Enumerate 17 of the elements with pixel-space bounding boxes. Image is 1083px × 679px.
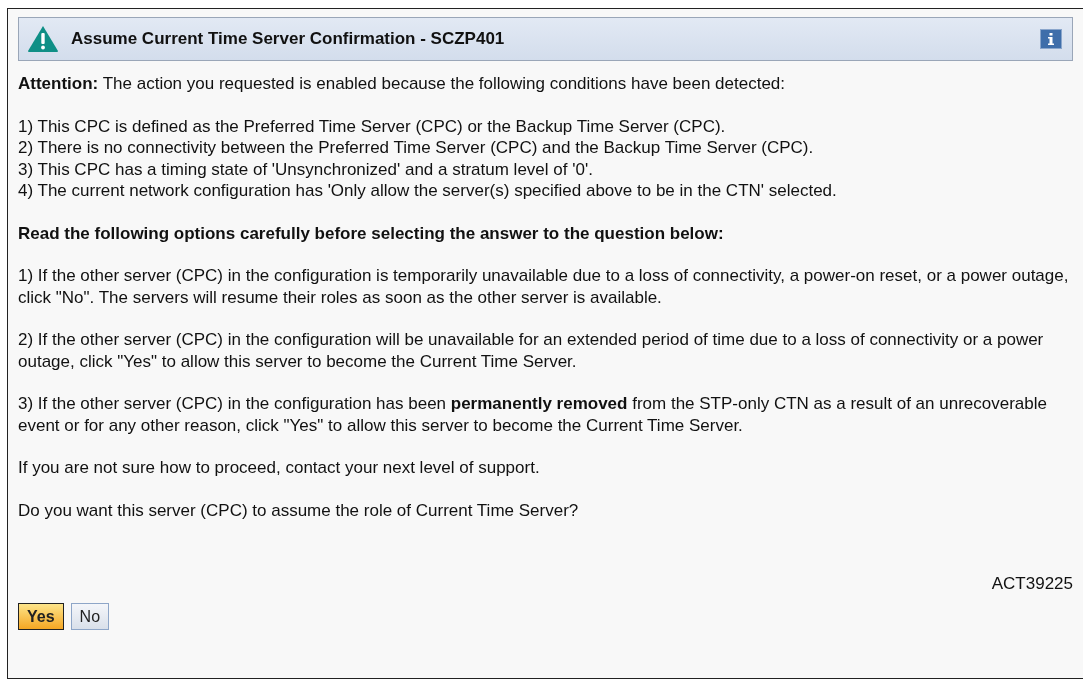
info-icon[interactable] <box>1040 29 1062 49</box>
no-button[interactable]: No <box>70 602 110 630</box>
question-text: Do you want this server (CPC) to assume the role of Current Time Server? <box>18 499 580 521</box>
option-paragraph: 3) If the other server (CPC) in the configuration has been permanently removed from the STP-only CTN as a result of an unrecoverable event or for any other reason, click "Yes" to allow this server to become the Current Time Server. <box>18 393 1048 436</box>
option-paragraph: 1) If the other server (CPC) in the configuration is temporarily unavailable due to a loss of connectivity, a power-on reset, or a power outage, click "No". The servers will resume their roles as soon as the other server is available. <box>18 265 1070 308</box>
warning-icon <box>27 25 59 53</box>
condition-item: 2) There is no connectivity between the Preferred Time Server (CPC) and the Backup Time Server (CPC). <box>18 137 815 159</box>
dialog-title: Assume Current Time Server Confirmation - SCZP401 <box>71 29 506 49</box>
options-heading: Read the following options carefully before selecting the answer to the question below: <box>18 222 725 244</box>
condition-item: 4) The current network configuration has 'Only allow the server(s) specified above to be in the CTN' selected. <box>18 180 838 202</box>
attention-text: Attention: The action you requested is enabled because the following conditions have been detected: <box>18 73 787 95</box>
support-note: If you are not sure how to proceed, contact your next level of support. <box>18 457 541 479</box>
condition-item: 3) This CPC has a timing state of 'Unsynchronized' and a stratum level of '0'. <box>18 158 594 180</box>
condition-item: 1) This CPC is defined as the Preferred Time Server (CPC) or the Backup Time Server (CPC). <box>18 115 727 137</box>
message-id: ACT39225 <box>990 573 1073 595</box>
yes-button[interactable]: Yes <box>18 602 64 630</box>
option-paragraph: 2) If the other server (CPC) in the configuration will be unavailable for an extended period of time due to a loss of connectivity or a power outage, click "Yes" to allow this server to become the Current Time Server. <box>18 329 1045 372</box>
